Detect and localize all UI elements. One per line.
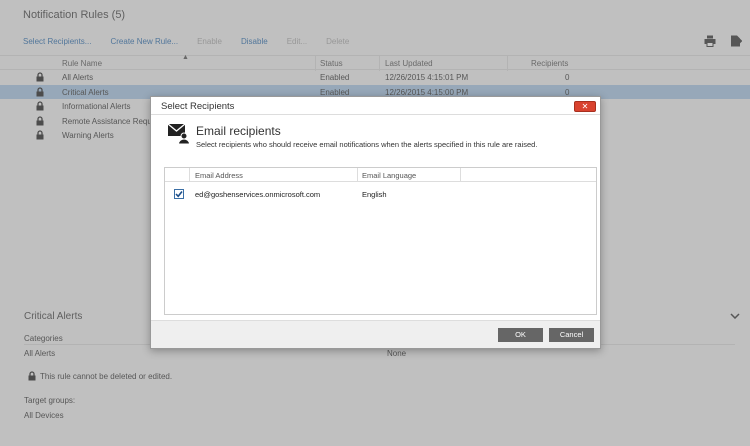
email-recipients-icon [167,123,191,145]
recipient-language: English [362,190,387,199]
column-email-language[interactable]: Email Language [362,171,416,180]
dialog-titlebar: Select Recipients ✕ [151,97,600,115]
dialog-heading: Email recipients [196,124,281,138]
dialog-footer: OK Cancel [151,320,600,348]
notification-rules-page: Notification Rules (5) Select Recipients… [0,0,750,446]
ok-button[interactable]: OK [498,328,543,342]
column-email-address[interactable]: Email Address [195,171,243,180]
select-recipients-dialog: Select Recipients ✕ Email recipients Sel… [150,96,601,349]
recipient-checkbox[interactable] [174,189,184,199]
checkmark-icon [175,191,183,198]
dialog-subtitle: Select recipients who should receive ema… [196,140,538,149]
list-item[interactable]: ed@goshenservices.onmicrosoft.com Englis… [165,188,596,202]
close-button[interactable]: ✕ [574,101,596,112]
recipient-email: ed@goshenservices.onmicrosoft.com [195,190,321,199]
dialog-title: Select Recipients [161,101,235,112]
recipients-list: Email Address Email Language ed@goshense… [164,167,597,315]
list-header: Email Address Email Language [165,168,596,182]
cancel-button[interactable]: Cancel [549,328,594,342]
close-icon: ✕ [581,102,589,111]
